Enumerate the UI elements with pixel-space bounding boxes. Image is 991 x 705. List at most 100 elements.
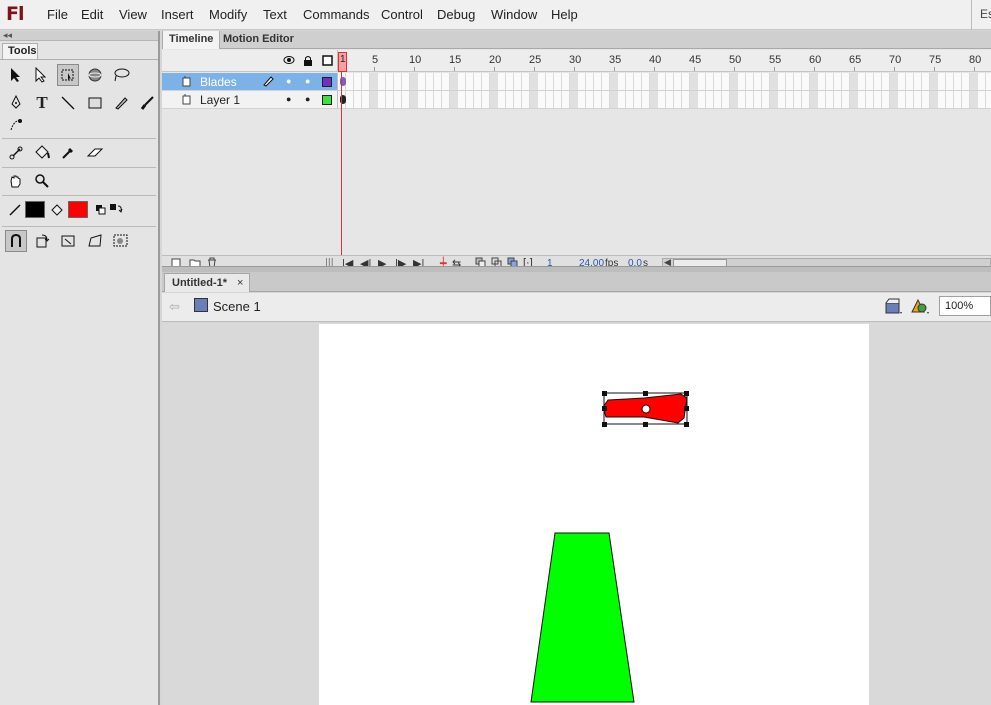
workspace-switcher[interactable]: Es <box>971 0 991 30</box>
show-hide-all-icon[interactable] <box>283 55 295 68</box>
layer-outline-color[interactable] <box>322 77 332 87</box>
tools-divider <box>2 138 156 139</box>
frames-row-layer-1[interactable] <box>338 91 991 109</box>
edit-bar: ⇦ Scene 1 100% <box>162 293 991 322</box>
zoom-input[interactable]: 100% <box>939 296 991 316</box>
document-tab[interactable]: Untitled-1* × <box>164 273 250 292</box>
frames-row-blades[interactable] <box>338 73 991 91</box>
stage[interactable] <box>319 324 869 705</box>
layer-name[interactable]: Layer 1 <box>200 93 240 107</box>
menu-file[interactable]: File <box>47 7 68 22</box>
eyedropper-tool-icon[interactable] <box>57 142 79 164</box>
frame-number: 65 <box>849 54 862 66</box>
back-arrow-icon[interactable]: ⇦ <box>169 299 180 315</box>
menu-view[interactable]: View <box>119 7 147 22</box>
flash-logo: Fl <box>6 3 24 25</box>
frame-number: 50 <box>729 54 742 66</box>
frame-number: 10 <box>409 54 422 66</box>
document-tab-title: Untitled-1* <box>172 277 227 289</box>
frame-cell-marker <box>810 91 818 108</box>
bone-tool-icon[interactable] <box>5 142 27 164</box>
menu-commands[interactable]: Commands <box>303 7 369 22</box>
frame-cell-marker <box>930 73 938 90</box>
layer-row-layer-1[interactable]: Layer 1 ● ● <box>162 91 338 109</box>
eraser-tool-icon[interactable] <box>84 142 106 164</box>
frame-cell-marker <box>730 91 738 108</box>
edit-symbols-icon[interactable] <box>910 298 932 319</box>
paint-bucket-tool-icon[interactable] <box>31 142 53 164</box>
frame-number: 5 <box>372 54 379 66</box>
tab-motion-editor[interactable]: Motion Editor <box>217 31 300 49</box>
deco-tool-icon[interactable] <box>5 114 27 136</box>
outline-all-icon[interactable] <box>322 55 333 69</box>
stroke-color-icon[interactable] <box>4 199 26 221</box>
lasso-tool-icon[interactable] <box>110 64 132 86</box>
frame-cell-marker <box>930 91 938 108</box>
menu-modify[interactable]: Modify <box>209 7 247 22</box>
layer-outline-color[interactable] <box>322 95 332 105</box>
menu-edit[interactable]: Edit <box>81 7 103 22</box>
pencil-tool-icon[interactable] <box>110 92 132 114</box>
edit-scene-icon[interactable] <box>884 298 904 319</box>
hand-tool-icon[interactable] <box>5 170 27 192</box>
menu-debug[interactable]: Debug <box>437 7 475 22</box>
menu-control[interactable]: Control <box>381 7 423 22</box>
layer-icon <box>182 76 192 90</box>
frame-cell-marker <box>970 73 978 90</box>
menu-insert[interactable]: Insert <box>161 7 194 22</box>
scene-label: Scene 1 <box>213 299 261 314</box>
pasteboard <box>162 323 991 705</box>
pen-tool-icon[interactable] <box>5 92 27 114</box>
frame-number: 35 <box>609 54 622 66</box>
ruler-tick <box>654 67 655 71</box>
envelope-icon[interactable] <box>110 230 132 252</box>
frame-cell-marker <box>570 73 578 90</box>
playhead-line <box>341 72 342 258</box>
brush-tool-icon[interactable] <box>136 92 158 114</box>
lock-dot[interactable]: ● <box>305 76 310 86</box>
ruler-tick <box>774 67 775 71</box>
menu-text[interactable]: Text <box>263 7 287 22</box>
edit-pencil-icon <box>262 75 274 90</box>
menu-help[interactable]: Help <box>551 7 578 22</box>
scale-icon[interactable] <box>57 230 79 252</box>
frame-ruler[interactable]: 5 10 15 20 25 30 35 40 45 50 55 60 65 70 75 80 <box>338 50 991 72</box>
frame-number: 55 <box>769 54 782 66</box>
rotate-skew-icon[interactable] <box>31 230 53 252</box>
tools-tab[interactable]: Tools <box>2 43 38 59</box>
tab-timeline[interactable]: Timeline <box>162 31 221 49</box>
ruler-tick <box>934 67 935 71</box>
collapse-panel-icon[interactable]: ◂◂ <box>0 31 158 41</box>
stroke-color-swatch[interactable] <box>25 201 45 218</box>
zoom-tool-icon[interactable] <box>31 170 53 192</box>
frame-number: 60 <box>809 54 822 66</box>
frame-cell-marker <box>610 91 618 108</box>
rectangle-tool-icon[interactable] <box>84 92 106 114</box>
menu-window[interactable]: Window <box>491 7 537 22</box>
selection-tool-icon[interactable] <box>5 64 27 86</box>
visibility-dot[interactable]: ● <box>286 94 291 104</box>
subselection-tool-icon[interactable] <box>30 64 52 86</box>
text-tool-icon[interactable]: T <box>31 92 53 114</box>
frame-cell-marker <box>890 73 898 90</box>
layer-name[interactable]: Blades <box>200 75 237 89</box>
ruler-tick <box>494 67 495 71</box>
line-tool-icon[interactable] <box>57 92 79 114</box>
frame-cell-marker <box>650 91 658 108</box>
snap-to-objects-icon[interactable] <box>5 230 27 252</box>
frame-cell-marker <box>610 73 618 90</box>
fill-color-swatch[interactable] <box>68 201 88 218</box>
fill-color-icon[interactable] <box>46 199 68 221</box>
close-tab-icon[interactable]: × <box>237 277 243 289</box>
free-transform-tool-icon[interactable] <box>57 64 79 86</box>
frame-cell-marker <box>650 73 658 90</box>
distort-icon[interactable] <box>84 230 106 252</box>
swap-colors-icon[interactable] <box>105 199 127 221</box>
layer-row-blades[interactable]: Blades ● ● <box>162 73 338 91</box>
3d-rotation-tool-icon[interactable] <box>84 64 106 86</box>
visibility-dot[interactable]: ● <box>286 76 291 86</box>
frame-cell-marker <box>410 73 418 90</box>
lock-all-icon[interactable] <box>303 55 313 69</box>
lock-dot[interactable]: ● <box>305 94 310 104</box>
trunk-shape[interactable] <box>530 532 635 703</box>
